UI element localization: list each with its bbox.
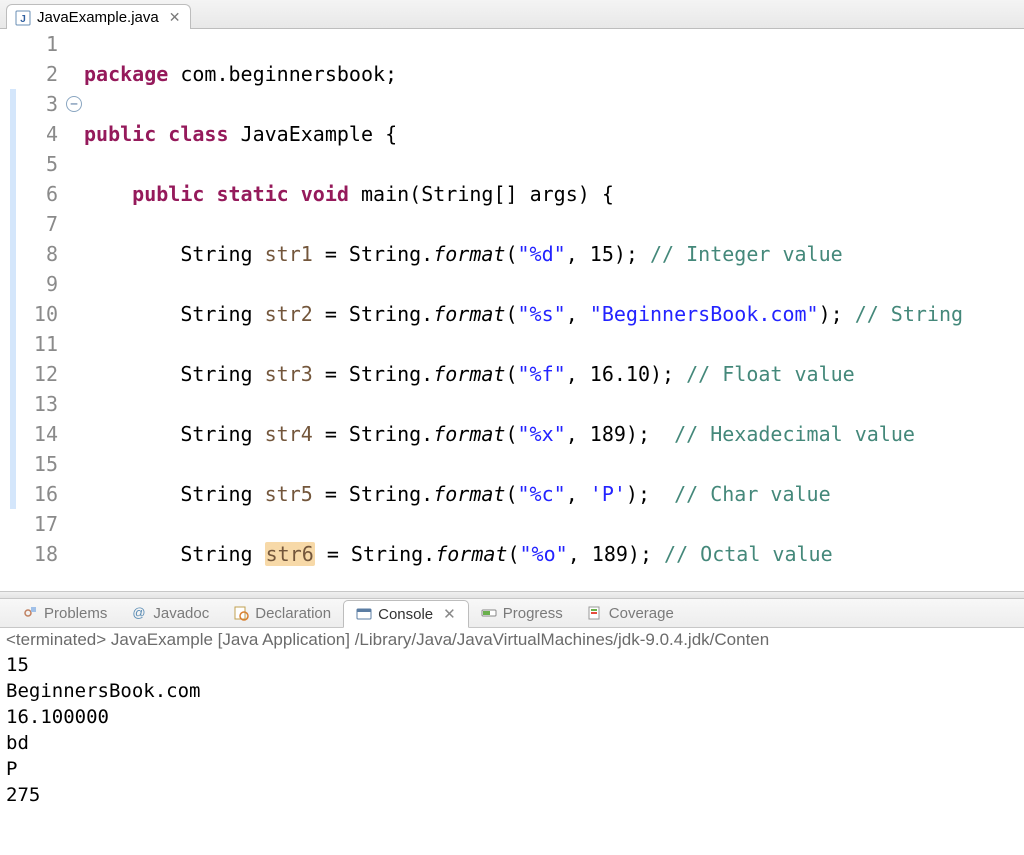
tab-progress[interactable]: Progress bbox=[469, 601, 575, 626]
close-icon[interactable]: ✕ bbox=[169, 9, 181, 26]
coverage-icon bbox=[587, 605, 603, 621]
pane-splitter[interactable] bbox=[0, 591, 1024, 599]
progress-icon bbox=[481, 605, 497, 621]
editor-tab[interactable]: J JavaExample.java ✕ bbox=[6, 4, 191, 29]
console-status-line: <terminated> JavaExample [Java Applicati… bbox=[6, 630, 1018, 650]
marker-gutter bbox=[0, 29, 20, 591]
tab-problems[interactable]: Problems bbox=[10, 601, 119, 626]
console-view[interactable]: <terminated> JavaExample [Java Applicati… bbox=[0, 628, 1024, 810]
bottom-view-tab-bar: Problems @ Javadoc Declaration Console ✕… bbox=[0, 599, 1024, 628]
line-number-gutter: 123456789101112131415161718 bbox=[20, 29, 66, 591]
tab-javadoc[interactable]: @ Javadoc bbox=[119, 601, 221, 626]
fold-gutter: − bbox=[66, 29, 84, 591]
problems-icon bbox=[22, 605, 38, 621]
java-file-icon: J bbox=[15, 10, 31, 26]
tab-coverage[interactable]: Coverage bbox=[575, 601, 686, 626]
collapse-icon[interactable]: − bbox=[66, 96, 82, 112]
editor-tab-bar: J JavaExample.java ✕ bbox=[0, 0, 1024, 29]
tab-declaration[interactable]: Declaration bbox=[221, 601, 343, 626]
svg-text:J: J bbox=[20, 14, 26, 25]
editor-tab-label: JavaExample.java bbox=[37, 9, 159, 26]
occurrence-write-highlight: str6 bbox=[265, 542, 315, 566]
svg-text:@: @ bbox=[133, 605, 146, 620]
console-icon bbox=[356, 606, 372, 622]
declaration-icon bbox=[233, 605, 249, 621]
code-content[interactable]: package com.beginnersbook; public class … bbox=[84, 29, 1024, 591]
javadoc-icon: @ bbox=[131, 605, 147, 621]
console-output: 15 BeginnersBook.com 16.100000 bd P 275 bbox=[6, 652, 1018, 808]
tab-console[interactable]: Console ✕ bbox=[343, 600, 469, 628]
close-icon[interactable]: ✕ bbox=[443, 605, 456, 623]
code-editor[interactable]: 123456789101112131415161718 − package co… bbox=[0, 29, 1024, 591]
